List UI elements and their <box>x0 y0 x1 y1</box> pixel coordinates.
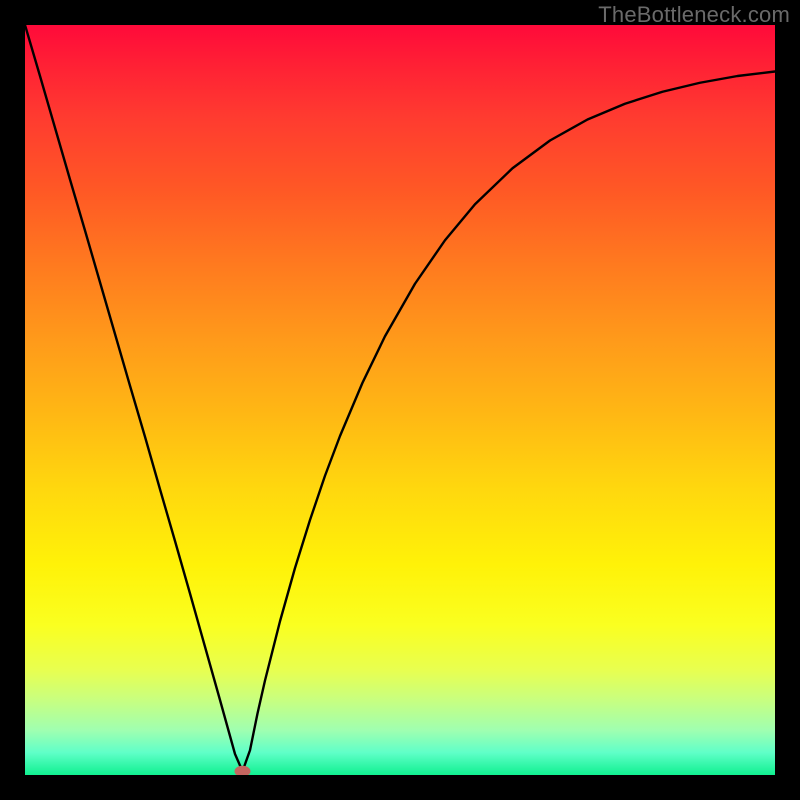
chart-frame: { "watermark": "TheBottleneck.com", "col… <box>0 0 800 800</box>
plot-area <box>25 25 775 775</box>
curve-layer <box>25 25 775 775</box>
minimum-marker <box>235 766 251 775</box>
bottleneck-curve <box>25 25 775 771</box>
